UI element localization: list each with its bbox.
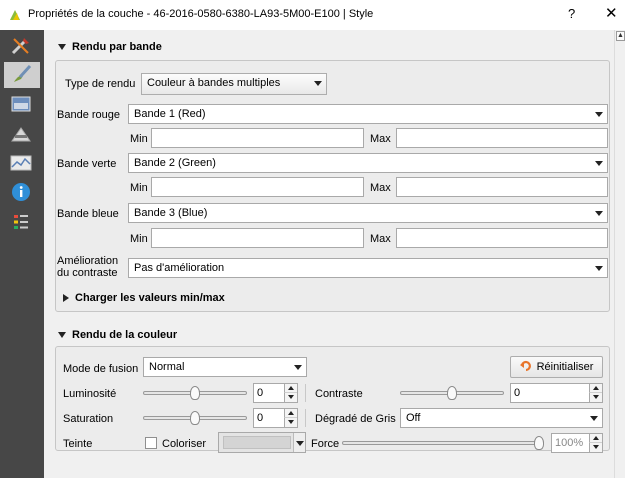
separator — [305, 409, 306, 427]
red-min-input[interactable] — [151, 128, 364, 148]
blue-min-input[interactable] — [151, 228, 364, 248]
scrollbar[interactable] — [614, 30, 625, 478]
chevron-down-icon — [595, 112, 603, 117]
scroll-up-icon[interactable]: ▲ — [616, 31, 625, 41]
contrast-enhancement-label-1: Amélioration — [57, 255, 119, 267]
chevron-down-icon — [590, 416, 598, 421]
color-swatch — [223, 436, 291, 449]
qgis-app-icon — [8, 8, 22, 22]
contrast-slider-handle[interactable] — [447, 386, 457, 400]
chevron-down-icon — [595, 211, 603, 216]
contrast-enhancement-label-2: du contraste — [57, 267, 118, 279]
histogram-icon — [10, 154, 32, 175]
expand-arrow-icon — [63, 294, 69, 302]
reset-button[interactable]: Réinitialiser — [510, 356, 603, 378]
chevron-down-icon — [595, 161, 603, 166]
sidebar-item-legend[interactable] — [6, 210, 36, 236]
spin-up-icon[interactable] — [284, 409, 297, 418]
red-min-label: Min — [130, 133, 148, 145]
sidebar — [0, 30, 44, 478]
blue-band-label: Bande bleue — [57, 208, 119, 220]
color-rendering-header[interactable]: Rendu de la couleur — [58, 329, 177, 341]
separator — [305, 384, 306, 402]
brightness-label: Luminosité — [63, 388, 117, 400]
green-min-label: Min — [130, 182, 148, 194]
render-type-label: Type de rendu — [65, 78, 136, 90]
spin-up-icon[interactable] — [589, 434, 602, 443]
brightness-spinbox[interactable]: 0 — [253, 383, 298, 403]
contrast-enhancement-combo[interactable]: Pas d'amélioration — [128, 258, 608, 278]
green-band-label: Bande verte — [57, 158, 117, 170]
spin-up-icon[interactable] — [589, 384, 602, 393]
sidebar-item-transparency[interactable] — [6, 92, 36, 118]
spin-down-icon[interactable] — [284, 418, 297, 427]
title-bar: Propriétés de la couche - 46-2016-0580-6… — [0, 0, 625, 30]
collapse-arrow-icon — [58, 332, 66, 338]
force-slider-handle[interactable] — [534, 436, 544, 450]
colorize-checkbox[interactable] — [145, 437, 157, 449]
spin-up-icon[interactable] — [284, 384, 297, 393]
chevron-down-icon — [294, 365, 302, 370]
metadata-info-icon — [11, 182, 31, 205]
spin-down-icon[interactable] — [284, 393, 297, 402]
green-max-label: Max — [370, 182, 391, 194]
red-max-input[interactable] — [396, 128, 608, 148]
sidebar-item-metadata[interactable] — [6, 180, 36, 206]
red-band-combo[interactable]: Bande 1 (Red) — [128, 104, 608, 124]
transparency-icon — [10, 94, 32, 117]
load-minmax-header[interactable]: Charger les valeurs min/max — [63, 292, 225, 304]
pyramids-icon — [10, 124, 32, 147]
contrast-spinbox[interactable]: 0 — [510, 383, 603, 403]
chevron-down-icon — [595, 266, 603, 271]
red-band-label: Bande rouge — [57, 109, 120, 121]
general-tools-icon — [10, 35, 32, 60]
spin-down-icon[interactable] — [589, 443, 602, 452]
chevron-down-icon — [314, 81, 322, 86]
grayscale-combo[interactable]: Off — [400, 408, 603, 428]
blend-mode-combo[interactable]: Normal — [143, 357, 307, 377]
grayscale-label: Dégradé de Gris — [315, 413, 396, 425]
sidebar-item-pyramids[interactable] — [6, 122, 36, 148]
force-slider[interactable] — [342, 441, 544, 445]
legend-icon — [11, 212, 31, 235]
sidebar-item-style[interactable] — [4, 62, 40, 88]
render-type-combo[interactable]: Couleur à bandes multiples — [141, 73, 327, 95]
band-rendering-header[interactable]: Rendu par bande — [58, 41, 162, 53]
blend-mode-label: Mode de fusion — [63, 363, 139, 375]
window-title: Propriétés de la couche - 46-2016-0580-6… — [28, 8, 374, 20]
undo-icon — [519, 360, 532, 375]
green-max-input[interactable] — [396, 177, 608, 197]
saturation-spinbox[interactable]: 0 — [253, 408, 298, 428]
style-paintbrush-icon — [11, 63, 33, 88]
blue-min-label: Min — [130, 233, 148, 245]
collapse-arrow-icon — [58, 44, 66, 50]
hue-label: Teinte — [63, 438, 93, 450]
red-max-label: Max — [370, 133, 391, 145]
help-button[interactable]: ? — [568, 6, 575, 21]
contrast-label: Contraste — [315, 388, 363, 400]
saturation-label: Saturation — [63, 413, 114, 425]
sidebar-item-general[interactable] — [6, 34, 36, 60]
close-button[interactable]: ✕ — [605, 4, 618, 22]
blue-max-input[interactable] — [396, 228, 608, 248]
brightness-slider-handle[interactable] — [190, 386, 200, 400]
sidebar-item-histogram[interactable] — [6, 151, 36, 177]
force-label: Force — [311, 438, 340, 450]
chevron-down-icon — [296, 441, 304, 446]
blue-band-combo[interactable]: Bande 3 (Blue) — [128, 203, 608, 223]
colorize-label: Coloriser — [162, 438, 207, 450]
color-dropdown[interactable] — [293, 433, 305, 452]
spin-down-icon[interactable] — [589, 393, 602, 402]
green-min-input[interactable] — [151, 177, 364, 197]
saturation-slider-handle[interactable] — [190, 411, 200, 425]
green-band-combo[interactable]: Bande 2 (Green) — [128, 153, 608, 173]
blue-max-label: Max — [370, 233, 391, 245]
colorize-color-button[interactable] — [218, 432, 306, 453]
force-spinbox[interactable]: 100% — [551, 433, 603, 453]
